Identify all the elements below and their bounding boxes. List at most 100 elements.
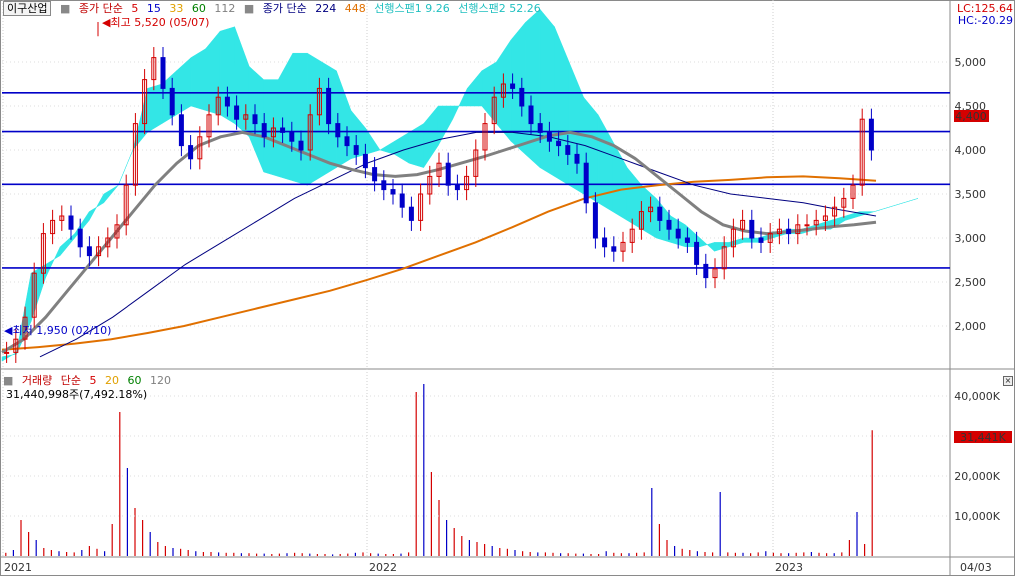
cloud-band <box>45 246 61 278</box>
candle-body <box>381 180 387 191</box>
x-tick-label: 2023 <box>775 561 803 574</box>
cloud-band <box>467 70 483 107</box>
candle-body <box>565 145 571 155</box>
candle-body <box>234 105 240 120</box>
candle-body <box>399 193 405 208</box>
candle-body <box>335 123 341 138</box>
candle-body <box>556 140 562 147</box>
cloud-band <box>699 237 715 252</box>
candle-body <box>4 351 10 354</box>
cloud-band <box>147 83 163 133</box>
candle-body <box>68 215 74 230</box>
legend-marker-icon: ■ <box>3 374 14 387</box>
volume-ma-label: 단순 <box>60 374 82 387</box>
cloud-band <box>394 131 410 164</box>
cloud-band <box>379 140 395 155</box>
vol-ma-period-120: 120 <box>150 374 172 387</box>
cloud-band <box>903 198 919 204</box>
volume-tick-label: 40,000K <box>954 390 1000 403</box>
x-tick-label: 2021 <box>4 561 32 574</box>
volume-value: 31,440,998주(7,492.18%) <box>6 388 148 401</box>
cloud-band <box>278 53 294 182</box>
cloud-band <box>408 123 424 168</box>
candle-body <box>408 206 414 221</box>
volume-tick-label: 20,000K <box>954 470 1000 483</box>
candle-body <box>326 87 332 125</box>
candle-body <box>537 123 543 133</box>
x-tick-label: 04/03 <box>960 561 992 574</box>
candle-body <box>252 114 258 125</box>
candle-body <box>454 184 460 191</box>
candle-body <box>666 219 672 230</box>
candle-body <box>758 237 764 243</box>
candle-body <box>188 145 194 160</box>
cloud-band <box>423 105 439 169</box>
cloud-band <box>336 70 352 169</box>
cloud-band <box>292 52 308 186</box>
candle-body <box>749 219 755 239</box>
price-tick-label: 4,000 <box>955 144 987 157</box>
vol-ma-period-20: 20 <box>105 374 120 387</box>
candle-body <box>445 162 451 186</box>
vol-ma-period-5: 5 <box>89 374 97 387</box>
candle-body <box>611 246 617 252</box>
candle-body <box>786 228 792 235</box>
candle-body <box>684 237 690 243</box>
candle-body <box>169 87 175 116</box>
ma448-line <box>1 175 877 351</box>
candle-body <box>390 189 396 195</box>
candle-body <box>372 167 378 182</box>
close-icon[interactable]: × <box>1003 376 1013 386</box>
vol-ma-period-60: 60 <box>127 374 142 387</box>
price-tick-label: 2,500 <box>955 276 987 289</box>
candle-body <box>261 123 267 138</box>
ma-period-112: 112 <box>214 2 236 15</box>
chart-svg: 2,0002,5003,0003,5004,0004,5005,0004,400… <box>0 0 1015 576</box>
stock-name[interactable]: 이구산업 <box>3 1 52 16</box>
chart-area: 2,000 2,500 3,000 3,500 4,000 4,500 5,000 4,400… <box>0 0 1015 576</box>
candle-body <box>160 57 166 89</box>
span1-label: 선행스팬1 9.26 <box>374 2 450 15</box>
ma-period-60: 60 <box>191 2 206 15</box>
candle-body <box>804 224 810 227</box>
ma224-line <box>39 131 877 358</box>
cloud-band <box>190 48 206 111</box>
candle-body <box>574 153 580 164</box>
ma-period-224: 224 <box>315 2 337 15</box>
candle-body <box>868 118 874 151</box>
cloud-band <box>59 233 75 257</box>
legend-marker-icon: ■ <box>243 2 255 15</box>
cloud-band <box>568 61 584 195</box>
x-tick-label: 2022 <box>369 561 397 574</box>
candle-body <box>528 105 534 125</box>
candle-body <box>298 140 304 151</box>
long-ma-label: 종가 단순 <box>262 2 307 15</box>
ma-period-15: 15 <box>146 2 161 15</box>
price-legend: 이구산업 ■ 종가 단순 5 15 33 60 112 ■ 종가 단순 224 … <box>3 1 546 16</box>
cloud-band <box>103 184 119 204</box>
low-annotation: ◀최저 1,950 (02/10) <box>4 324 111 337</box>
ma-period-33: 33 <box>169 2 184 15</box>
candle-body <box>289 131 295 142</box>
ma-label: 종가 단순 <box>78 2 123 15</box>
price-tick-label: 5,000 <box>955 56 987 69</box>
volume-label: 거래량 <box>21 374 53 387</box>
cloud-band <box>88 193 105 221</box>
candle-body <box>353 145 359 155</box>
ma-period-5: 5 <box>131 2 139 15</box>
cloud-band <box>874 206 889 212</box>
candle-body <box>344 136 350 147</box>
cloud-band <box>743 237 759 243</box>
candle-body <box>77 228 83 248</box>
candle-body <box>592 202 598 239</box>
volume-tick-label: 10,000K <box>954 510 1000 523</box>
candle-body <box>657 206 663 221</box>
cloud-band <box>888 202 904 208</box>
candle-body <box>675 228 681 239</box>
price-tick-label: 3,500 <box>955 188 987 201</box>
candle-body <box>546 131 552 142</box>
candle-body <box>510 83 516 89</box>
price-tick-label: 3,000 <box>955 232 987 245</box>
cloud-band <box>554 26 570 186</box>
price-tag-value: 4,400 <box>955 110 987 123</box>
